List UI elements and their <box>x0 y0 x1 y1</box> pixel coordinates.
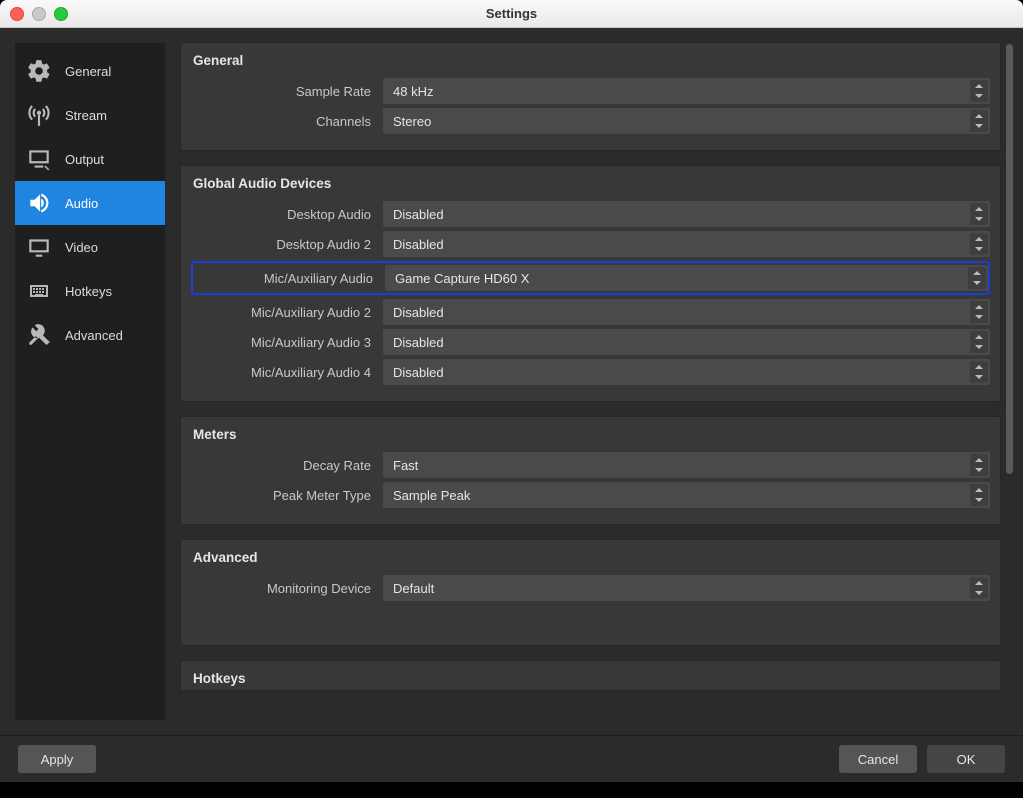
group-title: Global Audio Devices <box>193 176 988 191</box>
select-channels[interactable]: Stereo <box>383 108 990 134</box>
sidebar-item-video[interactable]: Video <box>15 225 165 269</box>
ok-button[interactable]: OK <box>927 745 1005 773</box>
row-sample-rate: Sample Rate 48 kHz <box>191 78 990 104</box>
chevrons-icon <box>970 484 988 506</box>
label-peak-meter-type: Peak Meter Type <box>191 488 383 503</box>
sidebar-item-label: Video <box>65 240 98 255</box>
group-title: Advanced <box>193 550 988 565</box>
chevrons-icon <box>968 267 986 289</box>
content-wrap: General Sample Rate 48 kHz Channels Ste <box>180 42 1009 721</box>
output-icon <box>25 145 53 173</box>
select-mic-aux-4[interactable]: Disabled <box>383 359 990 385</box>
chevrons-icon <box>970 577 988 599</box>
row-desktop-audio-2: Desktop Audio 2 Disabled <box>191 231 990 257</box>
select-value: 48 kHz <box>393 84 433 99</box>
select-decay-rate[interactable]: Fast <box>383 452 990 478</box>
select-mic-aux[interactable]: Game Capture HD60 X <box>385 265 988 291</box>
label-mic-aux-2: Mic/Auxiliary Audio 2 <box>191 305 383 320</box>
scrollbar[interactable] <box>1006 42 1013 721</box>
select-value: Fast <box>393 458 418 473</box>
sidebar-item-advanced[interactable]: Advanced <box>15 313 165 357</box>
sidebar-item-general[interactable]: General <box>15 49 165 93</box>
group-advanced: Advanced Monitoring Device Default <box>180 539 1001 646</box>
select-value: Disabled <box>393 335 444 350</box>
select-value: Disabled <box>393 207 444 222</box>
select-value: Sample Peak <box>393 488 470 503</box>
select-desktop-audio[interactable]: Disabled <box>383 201 990 227</box>
group-title: Meters <box>193 427 988 442</box>
audio-icon <box>25 189 53 217</box>
chevrons-icon <box>970 233 988 255</box>
sidebar-item-label: Output <box>65 152 104 167</box>
sidebar-item-label: General <box>65 64 111 79</box>
group-meters: Meters Decay Rate Fast Peak Meter Type <box>180 416 1001 525</box>
video-icon <box>25 233 53 261</box>
titlebar[interactable]: Settings <box>0 0 1023 28</box>
row-mic-aux-4: Mic/Auxiliary Audio 4 Disabled <box>191 359 990 385</box>
settings-sidebar: General Stream Output <box>14 42 166 721</box>
stream-icon <box>25 101 53 129</box>
label-desktop-audio-2: Desktop Audio 2 <box>191 237 383 252</box>
group-global-audio: Global Audio Devices Desktop Audio Disab… <box>180 165 1001 402</box>
select-mic-aux-2[interactable]: Disabled <box>383 299 990 325</box>
select-monitoring-device[interactable]: Default <box>383 575 990 601</box>
sidebar-item-audio[interactable]: Audio <box>15 181 165 225</box>
select-mic-aux-3[interactable]: Disabled <box>383 329 990 355</box>
row-mic-aux-3: Mic/Auxiliary Audio 3 Disabled <box>191 329 990 355</box>
row-mic-aux-2: Mic/Auxiliary Audio 2 Disabled <box>191 299 990 325</box>
apply-button[interactable]: Apply <box>18 745 96 773</box>
dialog-footer: Apply Cancel OK <box>0 735 1023 782</box>
select-value: Disabled <box>393 237 444 252</box>
row-mic-aux: Mic/Auxiliary Audio Game Capture HD60 X <box>191 261 990 295</box>
settings-window: Settings General Stream <box>0 0 1023 782</box>
select-peak-meter-type[interactable]: Sample Peak <box>383 482 990 508</box>
sidebar-item-hotkeys[interactable]: Hotkeys <box>15 269 165 313</box>
row-peak-meter-type: Peak Meter Type Sample Peak <box>191 482 990 508</box>
select-value: Game Capture HD60 X <box>395 271 529 286</box>
chevrons-icon <box>970 454 988 476</box>
keyboard-icon <box>25 277 53 305</box>
scrollbar-thumb[interactable] <box>1006 44 1013 474</box>
chevrons-icon <box>970 203 988 225</box>
select-value: Disabled <box>393 305 444 320</box>
label-desktop-audio: Desktop Audio <box>191 207 383 222</box>
group-general: General Sample Rate 48 kHz Channels Ste <box>180 42 1001 151</box>
chevrons-icon <box>970 301 988 323</box>
sidebar-item-label: Advanced <box>65 328 123 343</box>
chevrons-icon <box>970 110 988 132</box>
row-desktop-audio: Desktop Audio Disabled <box>191 201 990 227</box>
group-hotkeys: Hotkeys <box>180 660 1001 691</box>
cancel-button[interactable]: Cancel <box>839 745 917 773</box>
select-desktop-audio-2[interactable]: Disabled <box>383 231 990 257</box>
sidebar-item-label: Audio <box>65 196 98 211</box>
select-value: Default <box>393 581 434 596</box>
label-monitoring-device: Monitoring Device <box>191 581 383 596</box>
select-value: Stereo <box>393 114 431 129</box>
settings-content[interactable]: General Sample Rate 48 kHz Channels Ste <box>180 42 1009 721</box>
sidebar-item-label: Stream <box>65 108 107 123</box>
chevrons-icon <box>970 80 988 102</box>
row-decay-rate: Decay Rate Fast <box>191 452 990 478</box>
chevrons-icon <box>970 361 988 383</box>
sidebar-item-label: Hotkeys <box>65 284 112 299</box>
sidebar-item-stream[interactable]: Stream <box>15 93 165 137</box>
gear-icon <box>25 57 53 85</box>
label-decay-rate: Decay Rate <box>191 458 383 473</box>
sidebar-item-output[interactable]: Output <box>15 137 165 181</box>
label-mic-aux: Mic/Auxiliary Audio <box>193 271 385 286</box>
row-monitoring-device: Monitoring Device Default <box>191 575 990 601</box>
label-mic-aux-3: Mic/Auxiliary Audio 3 <box>191 335 383 350</box>
select-value: Disabled <box>393 365 444 380</box>
select-sample-rate[interactable]: 48 kHz <box>383 78 990 104</box>
group-title: General <box>193 53 988 68</box>
label-mic-aux-4: Mic/Auxiliary Audio 4 <box>191 365 383 380</box>
label-channels: Channels <box>191 114 383 129</box>
chevrons-icon <box>970 331 988 353</box>
tools-icon <box>25 321 53 349</box>
label-sample-rate: Sample Rate <box>191 84 383 99</box>
window-title: Settings <box>0 6 1023 21</box>
group-title: Hotkeys <box>193 671 988 686</box>
row-channels: Channels Stereo <box>191 108 990 134</box>
